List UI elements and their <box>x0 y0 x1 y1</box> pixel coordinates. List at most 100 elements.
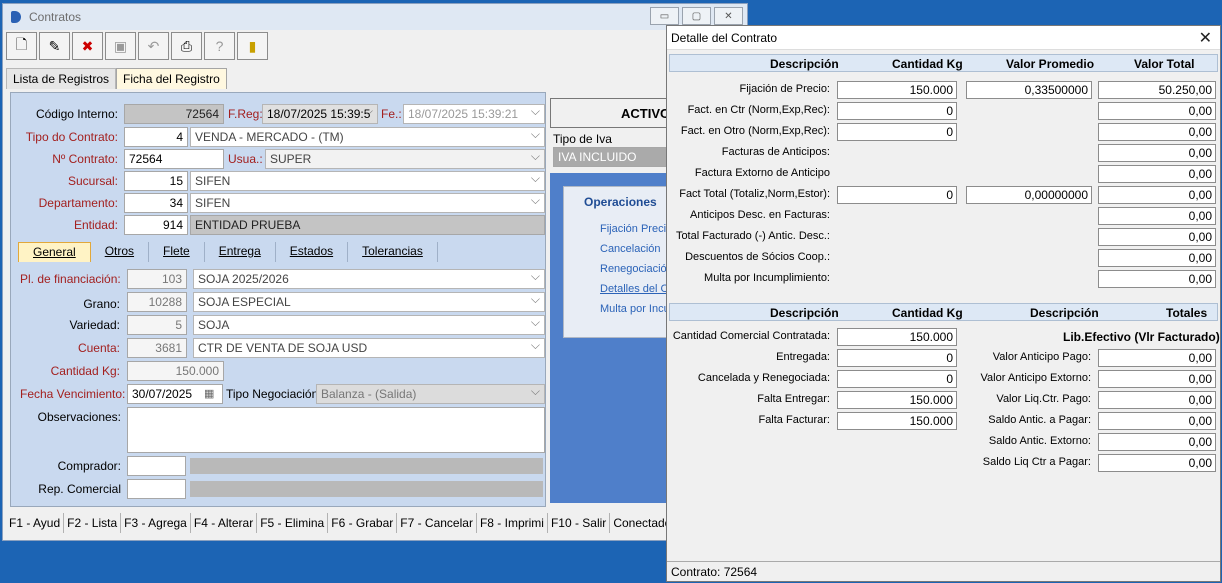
edit-document-icon[interactable]: ✎ <box>39 32 70 60</box>
total-field[interactable]: 0,00 <box>1098 165 1216 183</box>
variedad-select[interactable]: SOJA <box>193 315 545 335</box>
cantidad-field[interactable]: 150.000 <box>837 81 957 99</box>
total-field[interactable]: 50.250,00 <box>1098 81 1216 99</box>
f3-agregar[interactable]: F3 - Agrega <box>121 513 191 533</box>
cantidad-field[interactable]: 150.000 <box>837 412 957 430</box>
f4-alterar[interactable]: F4 - Alterar <box>191 513 258 533</box>
close-icon[interactable]: ✕ <box>1199 28 1212 48</box>
total-field[interactable]: 0,00 <box>1098 228 1216 246</box>
total-field[interactable]: 0,00 <box>1098 349 1216 367</box>
save-icon[interactable]: ▣ <box>105 32 136 60</box>
total-field[interactable]: 0,00 <box>1098 270 1216 288</box>
f2-lista[interactable]: F2 - Lista <box>64 513 122 533</box>
row-label: Saldo Antic. a Pagar: <box>988 414 1091 426</box>
variedad-code[interactable]: 5 <box>127 315 187 335</box>
comprador-label: Comprador: <box>57 459 121 473</box>
total-field[interactable]: 0,00 <box>1098 412 1216 430</box>
f7-cancelar[interactable]: F7 - Cancelar <box>397 513 477 533</box>
app-logo-icon <box>11 11 21 23</box>
cantidad-field[interactable]: 0 <box>837 186 957 204</box>
row-label: Valor Anticipo Pago: <box>992 351 1091 363</box>
total-field[interactable]: 0,00 <box>1098 370 1216 388</box>
promedio-field[interactable]: 0,33500000 <box>966 81 1092 99</box>
cantidad-field[interactable]: 0 <box>837 349 957 367</box>
maximize-button[interactable]: ▢ <box>682 7 711 25</box>
total-field[interactable]: 0,00 <box>1098 144 1216 162</box>
op-renegociacion[interactable]: Renegociación <box>564 263 673 275</box>
entidad-name: ENTIDAD PRUEBA <box>190 215 545 235</box>
op-multa[interactable]: Multa por Incu <box>564 303 670 315</box>
plan-select[interactable]: SOJA 2025/2026 <box>193 269 545 289</box>
help-icon[interactable]: ? <box>204 32 235 60</box>
sucursal-select[interactable]: SIFEN <box>190 171 545 191</box>
tipo-contrato-select[interactable]: VENDA - MERCADO - (TM) <box>190 127 545 147</box>
total-field[interactable]: 0,00 <box>1098 454 1216 472</box>
close-button[interactable]: ✕ <box>714 7 743 25</box>
row-label: Valor Anticipo Extorno: <box>980 372 1091 384</box>
f6-grabar[interactable]: F6 - Grabar <box>328 513 398 533</box>
tab-ficha-registro[interactable]: Ficha del Registro <box>116 68 227 89</box>
cantidad-field[interactable]: 150.000 <box>837 328 957 346</box>
comprador-code[interactable] <box>127 456 186 476</box>
op-detalles-contrato[interactable]: Detalles del C <box>564 283 668 295</box>
cantidad-field[interactable]: 0 <box>837 123 957 141</box>
negociacion-select[interactable]: Balanza - (Salida) <box>316 384 545 404</box>
total-field[interactable]: 0,00 <box>1098 123 1216 141</box>
total-field[interactable]: 0,00 <box>1098 249 1216 267</box>
tab-lista-registros[interactable]: Lista de Registros <box>6 68 117 89</box>
calendar-icon[interactable]: ▦ <box>204 387 214 400</box>
fe-field[interactable]: 18/07/2025 15:39:21 <box>403 104 545 124</box>
cantidad-field[interactable]: 0 <box>837 370 957 388</box>
row-label: Fijación de Precio: <box>739 83 831 95</box>
op-fijacion-precio[interactable]: Fijación Precio <box>564 223 672 235</box>
f5-eliminar[interactable]: F5 - Elimina <box>257 513 329 533</box>
f10-salir[interactable]: F10 - Salir <box>548 513 611 533</box>
delete-document-icon[interactable]: ✖ <box>72 32 103 60</box>
sucursal-code[interactable]: 15 <box>124 171 188 191</box>
cuenta-select[interactable]: CTR DE VENTA DE SOJA USD <box>193 338 545 358</box>
departamento-select[interactable]: SIFEN <box>190 193 545 213</box>
grano-select[interactable]: SOJA ESPECIAL <box>193 292 545 312</box>
departamento-code[interactable]: 34 <box>124 193 188 213</box>
row-label: Total Facturado (-) Antic. Desc.: <box>675 230 830 242</box>
exit-icon[interactable]: ▮ <box>237 32 268 60</box>
tab-entrega[interactable]: Entrega <box>205 242 276 262</box>
entidad-code[interactable]: 914 <box>124 215 188 235</box>
undo-icon[interactable]: ↶ <box>138 32 169 60</box>
rep-comercial-name <box>190 481 543 497</box>
total-field[interactable]: 0,00 <box>1098 433 1216 451</box>
nro-contrato-field[interactable]: 72564 <box>124 149 224 169</box>
tab-estados[interactable]: Estados <box>276 242 349 262</box>
observaciones-field[interactable] <box>127 407 545 453</box>
tab-tolerancias[interactable]: Tolerancias <box>348 242 438 262</box>
op-cancelacion[interactable]: Cancelación <box>564 243 667 255</box>
grano-code[interactable]: 10288 <box>127 292 187 312</box>
f8-imprimir[interactable]: F8 - Imprimi <box>477 513 548 533</box>
total-field[interactable]: 0,00 <box>1098 391 1216 409</box>
f1-help[interactable]: F1 - Ayud <box>6 513 65 533</box>
total-field[interactable]: 0,00 <box>1098 102 1216 120</box>
minimize-button[interactable]: ▭ <box>650 7 679 25</box>
total-field[interactable]: 0,00 <box>1098 186 1216 204</box>
freg-field[interactable]: 18/07/2025 15:39:5 <box>262 104 378 124</box>
tab-general[interactable]: General <box>18 242 91 262</box>
plan-label: Pl. de financiación: <box>20 272 121 286</box>
col-cantidad-2: Cantidad Kg <box>892 306 963 320</box>
total-field[interactable]: 0,00 <box>1098 207 1216 225</box>
tipo-contrato-code[interactable]: 4 <box>124 127 188 147</box>
tab-otros[interactable]: Otros <box>91 242 150 262</box>
cantidad-field[interactable]: 150.000 <box>837 391 957 409</box>
new-document-icon[interactable]: 🗋 <box>6 32 37 60</box>
status-bar: F1 - Ayud F2 - Lista F3 - Agrega F4 - Al… <box>6 513 676 533</box>
row-label: Descuentos de Sócios Coop.: <box>685 251 830 263</box>
cantidad-field[interactable]: 150.000 <box>127 361 224 381</box>
usua-select[interactable]: SUPER <box>265 149 545 169</box>
cantidad-field[interactable]: 0 <box>837 102 957 120</box>
print-icon[interactable]: ⎙ <box>171 32 202 60</box>
cuenta-code[interactable]: 3681 <box>127 338 187 358</box>
promedio-field[interactable]: 0,00000000 <box>966 186 1092 204</box>
rep-comercial-code[interactable] <box>127 479 186 499</box>
row-label: Fact. en Otro (Norm,Exp,Rec): <box>680 125 830 137</box>
plan-code[interactable]: 103 <box>127 269 187 289</box>
tab-flete[interactable]: Flete <box>149 242 205 262</box>
